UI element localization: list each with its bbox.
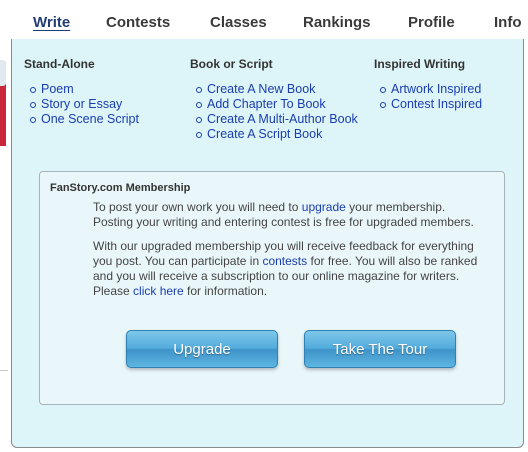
list-item: Create A Multi-Author Book: [190, 112, 358, 127]
story-essay-link[interactable]: Story or Essay: [41, 97, 122, 111]
list-item: Create A Script Book: [190, 127, 358, 142]
list-item: Poem: [24, 82, 139, 97]
list-item: Story or Essay: [24, 97, 139, 112]
membership-paragraph-2: With our upgraded membership you will re…: [93, 239, 477, 299]
text: With our upgraded membership you will re…: [93, 239, 474, 253]
list-item: Contest Inspired: [374, 97, 482, 112]
text: for free. You will also be ranked: [307, 254, 478, 268]
top-navigation: Write Contests Classes Rankings Profile …: [0, 0, 528, 40]
take-tour-button[interactable]: Take The Tour: [304, 330, 456, 368]
contests-link[interactable]: contests: [262, 254, 307, 268]
list-item: One Scene Script: [24, 112, 139, 127]
background-page-tab: [0, 60, 6, 86]
write-dropdown-panel: Stand-Alone Poem Story or Essay One Scen…: [11, 39, 524, 448]
column-book-script: Book or Script Create A New Book Add Cha…: [190, 57, 358, 142]
text: Posting your writing and entering contes…: [93, 215, 474, 229]
artwork-inspired-link[interactable]: Artwork Inspired: [391, 82, 481, 96]
nav-rankings[interactable]: Rankings: [303, 14, 371, 31]
upgrade-button[interactable]: Upgrade: [126, 330, 278, 368]
list-item: Artwork Inspired: [374, 82, 482, 97]
text: you post. You can participate in: [93, 254, 263, 268]
click-here-link[interactable]: click here: [133, 284, 184, 298]
nav-profile[interactable]: Profile: [408, 14, 455, 31]
text: for information.: [183, 284, 268, 298]
membership-title: FanStory.com Membership: [50, 182, 191, 194]
column-inspired: Inspired Writing Artwork Inspired Contes…: [374, 57, 482, 112]
column-standalone: Stand-Alone Poem Story or Essay One Scen…: [24, 57, 139, 127]
background-divider: [0, 370, 8, 371]
script-book-link[interactable]: Create A Script Book: [207, 127, 322, 141]
poem-link[interactable]: Poem: [41, 82, 74, 96]
column-heading: Inspired Writing: [374, 57, 466, 71]
contest-inspired-link[interactable]: Contest Inspired: [391, 97, 482, 111]
nav-write[interactable]: Write: [33, 14, 70, 31]
nav-classes[interactable]: Classes: [210, 14, 267, 31]
nav-contests[interactable]: Contests: [106, 14, 170, 31]
one-scene-script-link[interactable]: One Scene Script: [41, 112, 139, 126]
column-heading: Book or Script: [190, 57, 273, 71]
membership-box: FanStory.com Membership To post your own…: [39, 171, 505, 405]
text: Please: [93, 284, 134, 298]
upgrade-link[interactable]: upgrade: [302, 200, 346, 214]
list-item: Add Chapter To Book: [190, 97, 358, 112]
create-new-book-link[interactable]: Create A New Book: [207, 82, 315, 96]
add-chapter-link[interactable]: Add Chapter To Book: [207, 97, 326, 111]
membership-paragraph-1: To post your own work you will need to u…: [93, 200, 474, 230]
multi-author-book-link[interactable]: Create A Multi-Author Book: [207, 112, 358, 126]
text: To post your own work you will need to: [93, 200, 302, 214]
text: your membership.: [345, 200, 446, 214]
list-item: Create A New Book: [190, 82, 358, 97]
text: and you will receive a subscription to o…: [93, 269, 460, 283]
nav-info[interactable]: Info: [494, 14, 522, 31]
column-heading: Stand-Alone: [24, 57, 95, 71]
